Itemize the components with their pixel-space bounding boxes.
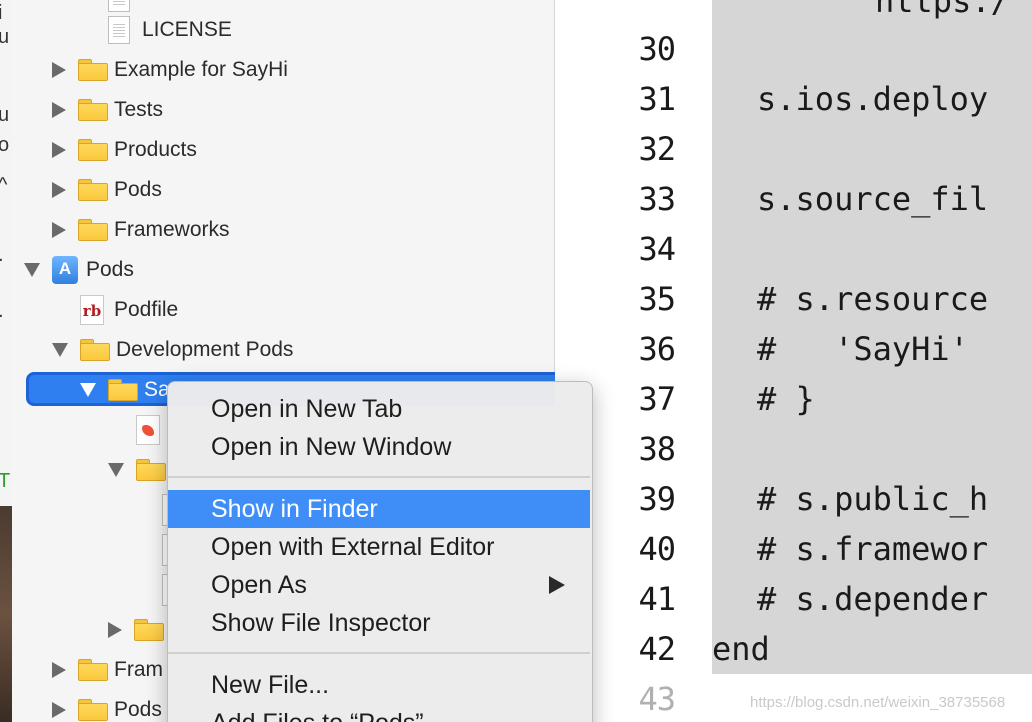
code-line: s.source_fil xyxy=(757,180,989,218)
menu-item-open-in-new-window[interactable]: Open in New Window xyxy=(168,428,590,466)
line-number: 41 xyxy=(638,580,676,618)
folder-icon xyxy=(78,59,108,81)
line-number: 30 xyxy=(638,30,676,68)
disclosure-triangle-icon[interactable] xyxy=(24,263,40,277)
menu-item-new-file[interactable]: New File... xyxy=(168,666,590,704)
file-icon xyxy=(108,16,130,44)
nav-item-example-for-sayhi[interactable]: Example for SayHi xyxy=(52,50,288,90)
line-number: 37 xyxy=(638,380,676,418)
folder-icon xyxy=(78,659,108,681)
nav-item-pods-2[interactable]: Pods xyxy=(52,690,162,722)
nav-item-development-pods[interactable]: Development Pods xyxy=(52,330,293,370)
folder-icon xyxy=(136,459,166,481)
code-line: # s.public_h xyxy=(757,480,989,518)
code-line: # } xyxy=(757,380,815,418)
nav-item-subfolder[interactable] xyxy=(108,450,166,490)
nav-item-pods-project[interactable]: Pods xyxy=(24,250,134,290)
folder-icon xyxy=(108,379,138,401)
folder-icon xyxy=(78,699,108,721)
folder-icon xyxy=(78,219,108,241)
disclosure-triangle-icon[interactable] xyxy=(80,383,96,397)
disclosure-triangle-icon[interactable] xyxy=(52,182,66,198)
line-number: 43 xyxy=(638,680,676,718)
folder-icon xyxy=(134,619,164,641)
nav-item-frameworks-2[interactable]: Fram xyxy=(52,650,163,690)
nav-item-license[interactable]: LICENSE xyxy=(108,10,232,50)
nav-item-label: Pods xyxy=(114,698,162,721)
disclosure-triangle-icon[interactable] xyxy=(108,622,122,638)
code-line: end xyxy=(712,630,770,668)
disclosure-triangle-icon[interactable] xyxy=(52,102,66,118)
xcode-project-icon xyxy=(52,256,78,284)
line-number: 39 xyxy=(638,480,676,518)
disclosure-triangle-icon[interactable] xyxy=(52,142,66,158)
folder-icon xyxy=(78,99,108,121)
menu-item-open-in-new-tab[interactable]: Open in New Tab xyxy=(168,390,590,428)
nav-item-tests[interactable]: Tests xyxy=(52,90,163,130)
disclosure-triangle-icon[interactable] xyxy=(52,662,66,678)
context-menu: Open in New Tab Open in New Window Show … xyxy=(167,381,593,722)
swift-file-icon xyxy=(136,415,160,445)
disclosure-triangle-icon[interactable] xyxy=(52,343,68,357)
line-number: 40 xyxy=(638,530,676,568)
code-line: # s.depender xyxy=(757,580,989,618)
nav-item-products[interactable]: Products xyxy=(52,130,197,170)
menu-separator xyxy=(168,476,590,478)
code-line: s.ios.deploy xyxy=(757,80,989,118)
disclosure-triangle-icon[interactable] xyxy=(52,702,66,718)
line-number: 32 xyxy=(638,130,676,168)
disclosure-triangle-icon[interactable] xyxy=(52,222,66,238)
code-line: https:/ xyxy=(875,0,1010,20)
source-editor[interactable]: https:/ 30 31 s.ios.deploy 32 33 s.sourc… xyxy=(555,0,1032,722)
line-number: 42 xyxy=(638,630,676,668)
nav-item-label: Pods xyxy=(114,178,162,201)
line-number: 31 xyxy=(638,80,676,118)
folder-icon xyxy=(78,139,108,161)
code-line: # 'SayHi' xyxy=(757,330,969,368)
submenu-arrow-icon xyxy=(549,576,565,594)
menu-item-show-file-inspector[interactable]: Show File Inspector xyxy=(168,604,590,642)
code-line: # s.resource xyxy=(757,280,989,318)
nav-item-sayhi[interactable]: Sa xyxy=(80,370,170,410)
nav-item-label: Sa xyxy=(144,378,170,401)
nav-item-label: Fram xyxy=(114,658,163,681)
menu-item-show-in-finder[interactable]: Show in Finder xyxy=(168,490,590,528)
nav-item-podfile[interactable]: rb Podfile xyxy=(80,290,178,330)
nav-item-subfolder-collapsed[interactable] xyxy=(108,610,164,650)
nav-item-label: Example for SayHi xyxy=(114,58,288,81)
disclosure-triangle-icon[interactable] xyxy=(108,463,124,477)
nav-item-label: Development Pods xyxy=(116,338,294,361)
line-number: 33 xyxy=(638,180,676,218)
nav-item-label: LICENSE xyxy=(142,18,232,41)
menu-item-label: Open As xyxy=(211,571,307,599)
watermark-text: https://blog.csdn.net/weixin_38735568 xyxy=(750,694,1006,711)
nav-item-pods-folder[interactable]: Pods xyxy=(52,170,162,210)
menu-item-open-as[interactable]: Open As xyxy=(168,566,590,604)
line-number: 38 xyxy=(638,430,676,468)
folder-icon xyxy=(80,339,110,361)
nav-item-swift-file[interactable] xyxy=(136,410,160,450)
folder-icon xyxy=(78,179,108,201)
menu-separator xyxy=(168,652,590,654)
nav-item-label: Products xyxy=(114,138,197,161)
nav-item-label: Frameworks xyxy=(114,218,230,241)
line-number: 36 xyxy=(638,330,676,368)
ruby-file-icon: rb xyxy=(80,295,104,325)
nav-item-label: Pods xyxy=(86,258,134,281)
menu-item-open-with-external-editor[interactable]: Open with External Editor xyxy=(168,528,590,566)
nav-item-frameworks[interactable]: Frameworks xyxy=(52,210,230,250)
menu-item-add-files[interactable]: Add Files to “Pods” xyxy=(168,704,590,722)
background-image xyxy=(0,506,12,722)
disclosure-triangle-icon[interactable] xyxy=(52,62,66,78)
line-number: 35 xyxy=(638,280,676,318)
line-number: 34 xyxy=(638,230,676,268)
nav-item-label: Tests xyxy=(114,98,164,121)
code-line: # s.framewor xyxy=(757,530,989,568)
nav-item-label: Podfile xyxy=(114,298,179,321)
